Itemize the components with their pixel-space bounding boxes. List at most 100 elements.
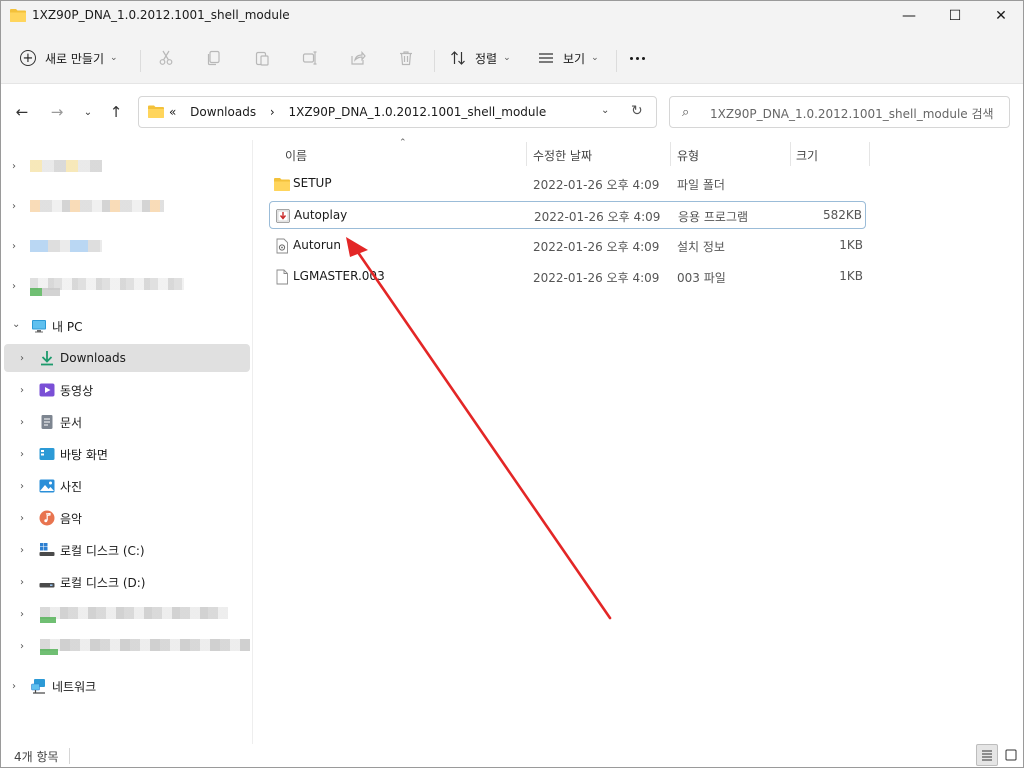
file-date: 2022-01-26 오후 4:09: [534, 210, 661, 224]
item-count: 4개 항목: [14, 750, 59, 764]
chevron-right-icon[interactable]: ›: [12, 161, 16, 172]
chevron-right-icon[interactable]: ›: [12, 241, 16, 252]
cut-button[interactable]: [154, 46, 178, 70]
breadcrumb-current-folder[interactable]: 1XZ90P_DNA_1.0.2012.1001_shell_module: [289, 105, 547, 119]
view-button[interactable]: 보기 ⌄: [538, 44, 599, 72]
chevron-right-icon[interactable]: ›: [20, 417, 24, 428]
recent-locations-button[interactable]: ⌄: [78, 102, 98, 122]
chevron-right-icon[interactable]: ›: [12, 201, 16, 212]
command-bar: + 새로 만들기 ⌄ 정렬 ⌄ 보기 ⌄: [0, 32, 1024, 84]
toolbar-separator: [434, 50, 435, 72]
file-date: 2022-01-26 오후 4:09: [533, 271, 660, 285]
forward-button[interactable]: →: [47, 102, 67, 122]
sidebar-item-blurred[interactable]: ›: [4, 192, 250, 220]
sidebar-item-blurred[interactable]: ›: [4, 272, 250, 300]
file-row-lgmaster[interactable]: LGMASTER.003 2022-01-26 오후 4:09 003 파일 1…: [269, 263, 866, 291]
search-box[interactable]: ⌕ 1XZ90P_DNA_1.0.2012.1001_shell_module …: [669, 96, 1010, 128]
sidebar-item-pictures[interactable]: › 사진: [4, 472, 250, 500]
sidebar-item-label: 바탕 화면: [60, 447, 108, 462]
sidebar-item-blurred[interactable]: ›: [4, 632, 250, 660]
new-label: 새로 만들기: [45, 51, 105, 66]
sidebar-item-documents[interactable]: › 문서: [4, 408, 250, 436]
chevron-right-icon[interactable]: ›: [20, 609, 24, 620]
chevron-right-icon[interactable]: ›: [20, 641, 24, 652]
chevron-right-icon[interactable]: ›: [20, 449, 24, 460]
chevron-right-icon[interactable]: ›: [12, 681, 16, 692]
column-separator[interactable]: [670, 142, 671, 166]
chevron-right-icon[interactable]: ›: [20, 513, 24, 524]
file-row-autoplay[interactable]: Autoplay 2022-01-26 오후 4:09 응용 프로그램 582K…: [269, 201, 866, 229]
copy-button[interactable]: [202, 46, 226, 70]
breadcrumb-downloads[interactable]: Downloads: [190, 105, 256, 119]
chevron-right-icon[interactable]: ›: [20, 545, 24, 556]
computer-icon: [32, 320, 46, 333]
file-list: 이름 ⌃ 수정한 날짜 유형 크기 SETUP 2022-01-26 오후 4:…: [252, 138, 1024, 744]
column-header-size[interactable]: 크기: [796, 142, 818, 168]
blurred-label: [30, 240, 102, 252]
sidebar-item-desktop[interactable]: › 바탕 화면: [4, 440, 250, 468]
pictures-icon: [39, 479, 55, 493]
file-size: 1KB: [839, 238, 863, 252]
blurred-icon: [30, 288, 60, 296]
column-separator[interactable]: [869, 142, 870, 166]
details-view-button[interactable]: [976, 744, 998, 766]
close-button[interactable]: ✕: [978, 0, 1024, 32]
more-options-button[interactable]: [630, 57, 645, 60]
breadcrumb-overflow[interactable]: «: [169, 105, 176, 119]
address-history-chevron-icon[interactable]: ⌄: [601, 105, 609, 116]
column-header-name[interactable]: 이름: [285, 142, 307, 168]
file-date: 2022-01-26 오후 4:09: [533, 240, 660, 254]
large-icons-view-button[interactable]: [1000, 744, 1022, 766]
sidebar-item-downloads[interactable]: › Downloads: [4, 344, 250, 372]
sidebar-item-network[interactable]: › 네트워크: [4, 672, 250, 700]
new-button[interactable]: + 새로 만들기 ⌄: [20, 44, 118, 72]
chevron-down-icon[interactable]: ⌄: [12, 319, 20, 330]
navigation-pane: › › › › ⌄ 내 PC › Downloads › 동영상 › 문서 › …: [0, 140, 252, 744]
maximize-button[interactable]: ☐: [932, 0, 978, 32]
navigation-bar: ← → ⌄ ↑ « Downloads › 1XZ90P_DNA_1.0.201…: [0, 84, 1024, 140]
sidebar-item-blurred[interactable]: ›: [4, 152, 250, 180]
refresh-icon[interactable]: ↻: [631, 103, 643, 119]
sort-button[interactable]: 정렬 ⌄: [450, 44, 511, 72]
blurred-icon: [40, 649, 58, 655]
column-header-type[interactable]: 유형: [677, 142, 699, 168]
chevron-right-icon[interactable]: ›: [20, 385, 24, 396]
chevron-down-icon: ⌄: [83, 106, 93, 118]
sidebar-item-label: 로컬 디스크 (C:): [60, 543, 145, 558]
close-icon: ✕: [995, 8, 1007, 24]
maximize-icon: ☐: [948, 8, 962, 24]
share-button[interactable]: [346, 46, 370, 70]
back-button[interactable]: ←: [12, 102, 32, 122]
column-separator[interactable]: [526, 142, 527, 166]
paste-button[interactable]: [250, 46, 274, 70]
sidebar-item-this-pc[interactable]: ⌄ 내 PC: [4, 312, 250, 340]
address-bar[interactable]: « Downloads › 1XZ90P_DNA_1.0.2012.1001_s…: [138, 96, 657, 128]
file-row-autorun[interactable]: Autorun 2022-01-26 오후 4:09 설치 정보 1KB: [269, 232, 866, 260]
blurred-label: [30, 200, 164, 212]
column-separator[interactable]: [790, 142, 791, 166]
chevron-right-icon[interactable]: ›: [20, 577, 24, 588]
sidebar-item-videos[interactable]: › 동영상: [4, 376, 250, 404]
breadcrumb-separator[interactable]: ›: [270, 105, 275, 119]
file-type: 설치 정보: [677, 240, 725, 254]
sidebar-item-music[interactable]: › 음악: [4, 504, 250, 532]
download-icon: [41, 351, 53, 366]
up-button[interactable]: ↑: [106, 102, 126, 122]
chevron-right-icon[interactable]: ›: [12, 281, 16, 292]
search-placeholder: 1XZ90P_DNA_1.0.2012.1001_shell_module 검색: [710, 107, 994, 121]
chevron-right-icon[interactable]: ›: [20, 353, 24, 364]
window-title: 1XZ90P_DNA_1.0.2012.1001_shell_module: [32, 8, 290, 22]
sidebar-item-local-disk-c[interactable]: › 로컬 디스크 (C:): [4, 536, 250, 564]
file-row-setup[interactable]: SETUP 2022-01-26 오후 4:09 파일 폴더: [269, 170, 866, 198]
chevron-right-icon[interactable]: ›: [20, 481, 24, 492]
sidebar-item-blurred[interactable]: ›: [4, 232, 250, 260]
sidebar-item-local-disk-d[interactable]: › 로컬 디스크 (D:): [4, 568, 250, 596]
sidebar-item-blurred[interactable]: ›: [4, 600, 250, 628]
minimize-button[interactable]: —: [886, 0, 932, 32]
sidebar-item-label: 네트워크: [52, 679, 97, 694]
column-header-date[interactable]: 수정한 날짜: [533, 142, 592, 168]
rename-button[interactable]: [298, 46, 322, 70]
delete-button[interactable]: [394, 46, 418, 70]
file-size: 582KB: [822, 208, 862, 222]
folder-icon: [148, 105, 164, 118]
